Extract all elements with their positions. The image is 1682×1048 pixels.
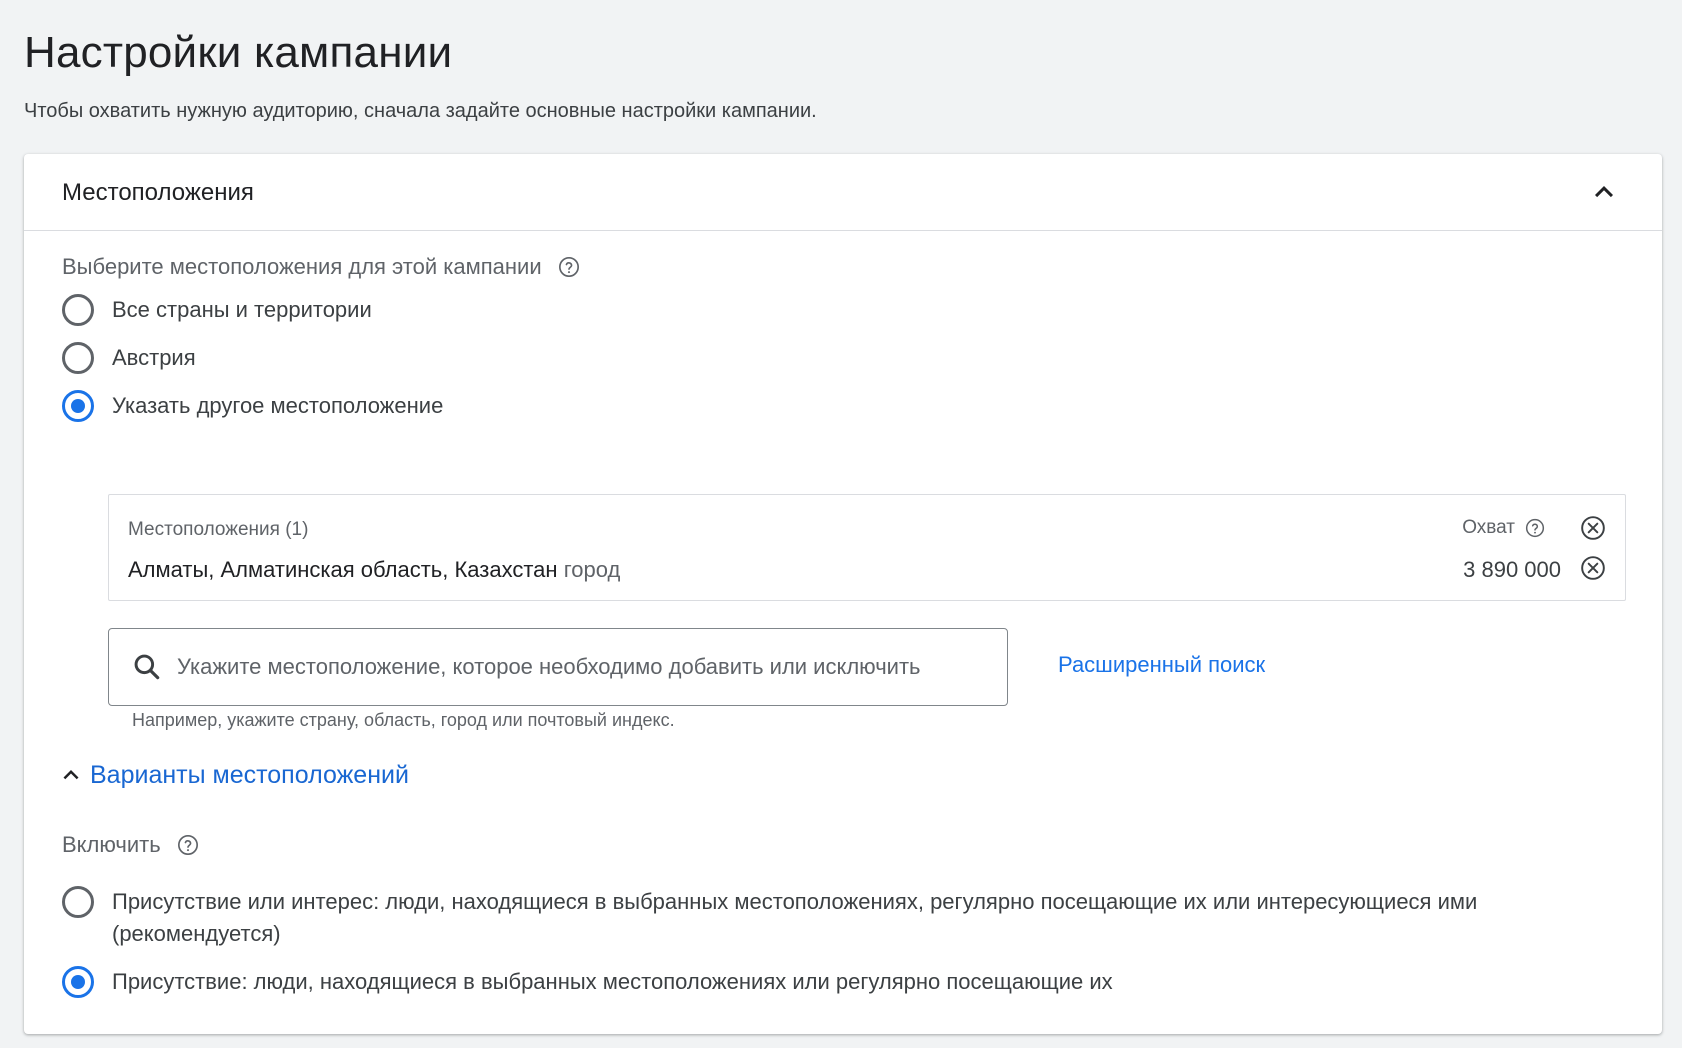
search-icon [134, 654, 160, 680]
location-reach: 3 890 000 [1463, 557, 1561, 582]
radio-button-checked[interactable] [62, 390, 94, 422]
location-variants-label: Варианты местоположений [90, 760, 409, 789]
card-title: Местоположения [62, 179, 254, 206]
radio-all-countries[interactable]: Все страны и территории [62, 294, 372, 326]
radio-presence-or-interest[interactable]: Присутствие или интерес: люди, находящие… [62, 886, 1622, 950]
radio-button[interactable] [62, 342, 94, 374]
location-search-input[interactable] [177, 654, 997, 680]
radio-button-checked[interactable] [62, 966, 94, 998]
chevron-up-icon [1595, 186, 1613, 198]
locations-card: Местоположения Выберите местоположения д… [24, 154, 1662, 1034]
radio-other-location[interactable]: Указать другое местоположение [62, 390, 443, 422]
radio-austria[interactable]: Австрия [62, 342, 196, 374]
selected-locations-box: Местоположения (1) Охват Алматы, Алматин… [108, 494, 1626, 601]
page-title: Настройки кампании [24, 28, 453, 77]
location-search-box[interactable] [108, 628, 1008, 706]
chevron-up-icon [63, 770, 79, 780]
help-icon[interactable] [177, 834, 199, 856]
radio-button[interactable] [62, 886, 94, 918]
select-locations-label: Выберите местоположения для этой кампани… [62, 254, 580, 280]
remove-all-icon[interactable] [1580, 515, 1606, 541]
reach-header: Охват [1462, 517, 1545, 539]
location-type: город [563, 557, 621, 582]
location-item: Алматы, Алматинская область, Казахстан г… [128, 557, 620, 583]
advanced-search-link[interactable]: Расширенный поиск [1058, 652, 1265, 678]
include-label: Включить [62, 832, 199, 858]
location-variants-toggle[interactable]: Варианты местоположений [56, 760, 409, 790]
remove-location-icon[interactable] [1580, 555, 1606, 581]
page-subtitle: Чтобы охватить нужную аудиторию, сначала… [24, 100, 817, 122]
search-hint: Например, укажите страну, область, город… [132, 710, 675, 730]
radio-button[interactable] [62, 294, 94, 326]
location-name: Алматы, Алматинская область, Казахстан [128, 557, 558, 582]
help-icon[interactable] [558, 256, 580, 278]
selected-locations-title: Местоположения (1) [128, 519, 309, 540]
card-header[interactable]: Местоположения [24, 154, 1662, 231]
collapse-button[interactable] [1586, 174, 1622, 210]
radio-presence[interactable]: Присутствие: люди, находящиеся в выбранн… [62, 966, 1113, 998]
help-icon[interactable] [1525, 518, 1545, 538]
